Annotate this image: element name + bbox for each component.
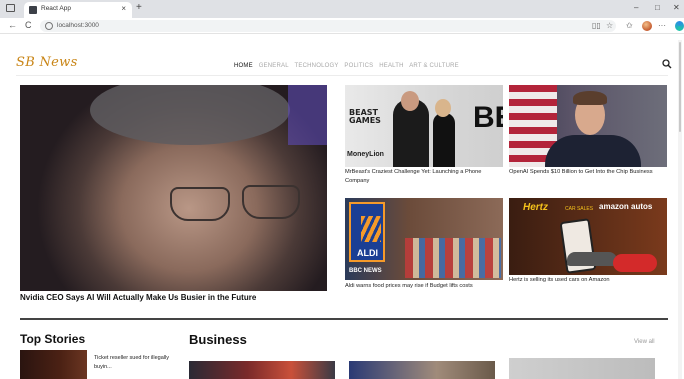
card-image-aldi[interactable]: ALDI BBC NEWS <box>345 198 503 280</box>
business-thumbnail-1[interactable] <box>189 361 335 379</box>
maximize-icon[interactable]: □ <box>655 3 660 13</box>
favorites-icon[interactable]: ✩ <box>626 20 633 31</box>
scrollbar-thumb[interactable] <box>679 42 681 132</box>
favorite-star-icon[interactable]: ☆ <box>606 21 613 31</box>
minimize-icon[interactable]: – <box>634 3 638 13</box>
header-divider <box>16 75 668 76</box>
site-logo[interactable]: SB News <box>16 55 78 70</box>
back-icon[interactable]: ← <box>8 20 17 31</box>
business-thumbnail-3[interactable] <box>509 358 655 379</box>
nav-art-culture[interactable]: ART & CULTURE <box>409 63 459 69</box>
card-caption-hertz[interactable]: Hertz is selling its used cars on Amazon <box>509 276 667 285</box>
section-divider <box>20 318 668 320</box>
top-stories-heading: Top Stories <box>20 332 86 346</box>
business-thumbnail-2[interactable] <box>349 361 495 379</box>
nav-technology[interactable]: TECHNOLOGY <box>295 63 339 69</box>
card-caption-aldi[interactable]: Aldi warns food prices may rise if Budge… <box>345 282 503 291</box>
nav-politics[interactable]: POLITICS <box>344 63 373 69</box>
nav-general[interactable]: GENERAL <box>259 63 289 69</box>
browser-tab[interactable]: React App × <box>24 2 132 18</box>
card-image-openai[interactable] <box>509 85 667 167</box>
close-window-icon[interactable]: ✕ <box>673 3 680 13</box>
browser-tab-strip: React App × + – □ ✕ <box>0 0 684 18</box>
url-text[interactable]: localhost:3000 <box>57 22 99 29</box>
view-all-link[interactable]: View all <box>634 339 655 345</box>
tab-title: React App <box>41 5 71 12</box>
card-caption-mrbeast[interactable]: MrBeast's Craziest Challenge Yet: Launch… <box>345 168 503 186</box>
card-image-mrbeast[interactable]: BEASTGAMES BE MoneyLion <box>345 85 503 167</box>
reload-icon[interactable]: C <box>25 20 32 31</box>
main-nav: HOME GENERAL TECHNOLOGY POLITICS HEALTH … <box>234 63 463 69</box>
search-icon[interactable] <box>662 59 672 69</box>
reader-view-icon[interactable]: ▯▯ <box>592 21 601 31</box>
url-input[interactable]: localhost:3000 ▯▯ ☆ <box>40 20 616 32</box>
nav-health[interactable]: HEALTH <box>379 63 403 69</box>
card-image-hertz[interactable]: Hertz CAR SALES amazon autos <box>509 198 667 275</box>
top-story-thumbnail[interactable] <box>20 350 87 379</box>
edge-copilot-icon[interactable] <box>675 21 684 31</box>
site-info-icon[interactable] <box>45 22 53 30</box>
tab-favicon-icon <box>29 6 37 14</box>
new-tab-icon[interactable]: + <box>136 2 142 14</box>
top-story-snippet[interactable]: Ticket reseller sued for illegally buyin… <box>94 354 174 372</box>
hero-image[interactable] <box>20 85 327 291</box>
business-heading: Business <box>189 332 247 347</box>
address-bar-row: ← C localhost:3000 ▯▯ ☆ ✩ ··· <box>0 18 684 34</box>
hero-headline[interactable]: Nvidia CEO Says AI Will Actually Make Us… <box>20 293 330 302</box>
card-caption-openai[interactable]: OpenAI Spends $10 Billion to Get Into th… <box>509 168 667 177</box>
tab-actions-icon[interactable] <box>6 4 15 12</box>
tab-close-icon[interactable]: × <box>121 4 126 14</box>
more-icon[interactable]: ··· <box>658 20 666 31</box>
profile-avatar[interactable] <box>642 21 652 31</box>
nav-home[interactable]: HOME <box>234 63 253 69</box>
